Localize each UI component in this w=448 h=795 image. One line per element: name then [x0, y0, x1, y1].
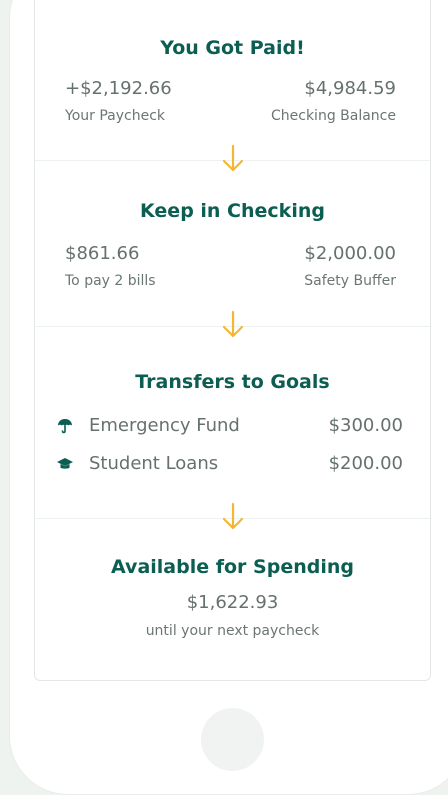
goal-label: Student Loans	[89, 453, 219, 474]
goals-title: Transfers to Goals	[135, 371, 330, 393]
umbrella-icon	[58, 419, 72, 434]
spending-note: until your next paycheck	[145, 623, 320, 639]
goal-item-emergency-fund: Emergency Fund $300.00	[57, 415, 403, 441]
checking-balance-amount: $4,984.59	[304, 78, 396, 99]
paid-section: You Got Paid! +$2,192.66 Your Paycheck $…	[35, 0, 430, 160]
bills-amount: $861.66	[65, 243, 140, 264]
paycheck-amount: +$2,192.66	[65, 78, 172, 99]
checking-balance-label: Checking Balance	[270, 108, 396, 124]
checking-section: Keep in Checking $861.66 To pay 2 bills …	[35, 160, 430, 326]
goals-section: Transfers to Goals Emergency Fund $300.0…	[35, 326, 430, 518]
safety-buffer-label: Safety Buffer	[304, 273, 396, 289]
goal-item-student-loans: Student Loans $200.00	[57, 453, 403, 479]
paycheck-summary-card: You Got Paid! +$2,192.66 Your Paycheck $…	[34, 0, 431, 681]
safety-buffer-amount: $2,000.00	[304, 243, 396, 264]
home-button[interactable]	[201, 708, 264, 771]
paid-title: You Got Paid!	[160, 37, 305, 59]
spending-title: Available for Spending	[111, 556, 354, 578]
bills-label: To pay 2 bills	[65, 273, 156, 289]
checking-title: Keep in Checking	[140, 200, 325, 222]
graduation-cap-icon	[57, 458, 73, 469]
goal-amount: $200.00	[328, 453, 403, 474]
spending-amount: $1,622.93	[186, 592, 279, 613]
goal-label: Emergency Fund	[89, 415, 240, 436]
goal-amount: $300.00	[328, 415, 403, 436]
paycheck-label: Your Paycheck	[65, 108, 166, 124]
spending-section: Available for Spending $1,622.93 until y…	[35, 518, 430, 681]
